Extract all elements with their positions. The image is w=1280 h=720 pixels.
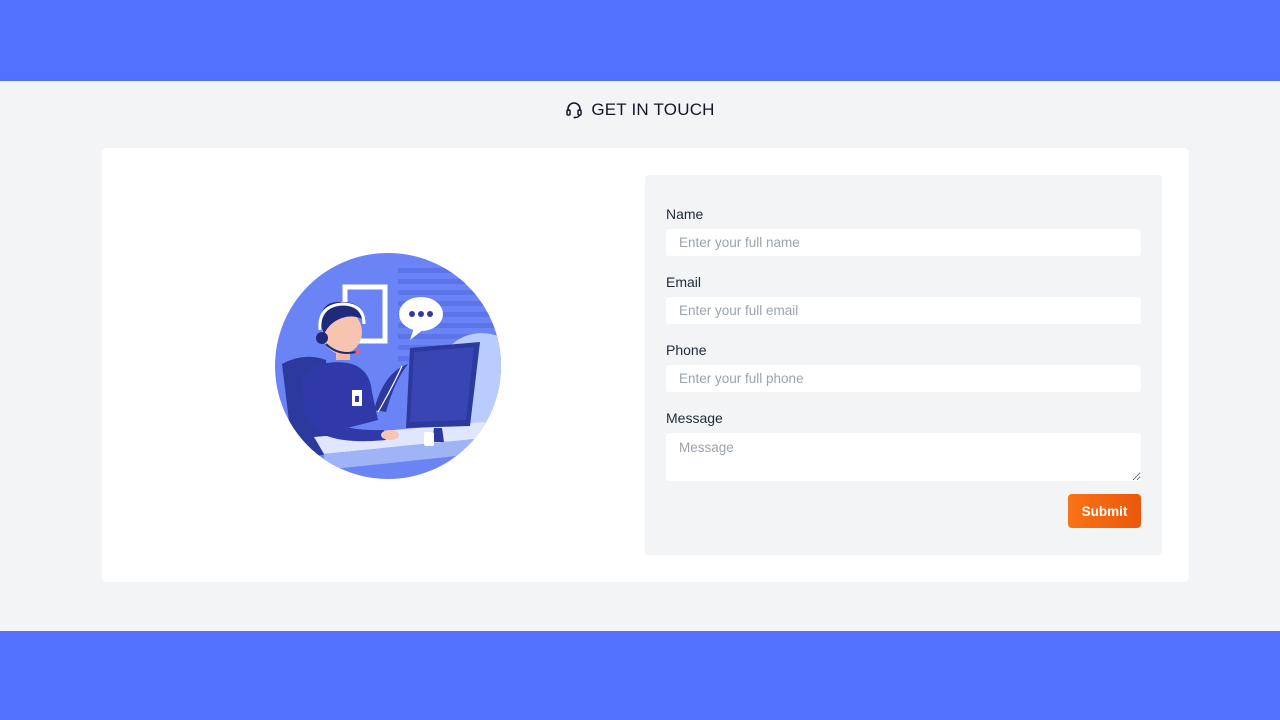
name-input[interactable]	[666, 229, 1141, 256]
message-label: Message	[666, 410, 723, 426]
name-label: Name	[666, 206, 704, 222]
top-banner	[0, 0, 1280, 81]
message-textarea[interactable]	[666, 433, 1141, 481]
phone-label: Phone	[666, 342, 707, 358]
bottom-banner	[0, 631, 1280, 720]
page-title-text: GET IN TOUCH	[591, 100, 715, 119]
email-label: Email	[666, 274, 702, 290]
page-title: GET IN TOUCH	[0, 97, 1280, 123]
email-input[interactable]	[666, 297, 1141, 324]
contact-form: Name Email Phone Message Submit	[645, 175, 1162, 555]
phone-input[interactable]	[666, 365, 1141, 392]
support-agent-illustration	[274, 252, 502, 480]
submit-button[interactable]: Submit	[1068, 494, 1141, 528]
headset-icon	[565, 101, 583, 119]
contact-card: Name Email Phone Message Submit	[102, 148, 1189, 582]
